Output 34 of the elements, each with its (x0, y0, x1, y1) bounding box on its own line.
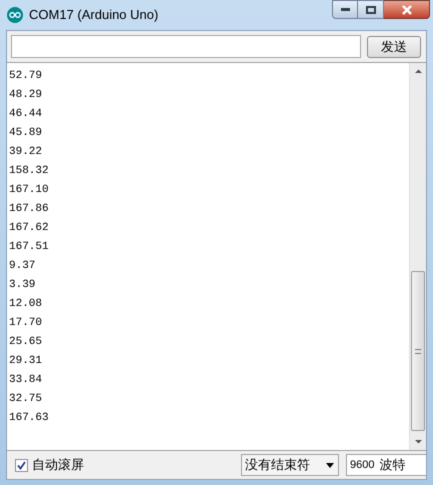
output-line: 52.79 (9, 69, 42, 84)
output-line: 167.86 (9, 202, 49, 218)
line-ending-dropdown[interactable]: 没有结束符 (241, 454, 339, 476)
output-line: 45.89 (9, 126, 42, 142)
maximize-button[interactable] (358, 0, 384, 19)
output-line: 33.84 (9, 373, 42, 388)
send-button[interactable]: 发送 (367, 36, 421, 58)
minimize-button[interactable] (332, 0, 358, 19)
output-line: 12.08 (9, 297, 42, 312)
send-field[interactable] (11, 35, 361, 58)
output-line: 46.44 (9, 107, 42, 122)
dropdown-arrow-icon (326, 462, 334, 468)
autoscroll-label: 自动滚屏 (32, 456, 84, 474)
scrollbar-thumb[interactable] (411, 271, 425, 431)
output-line: 25.65 (9, 335, 42, 350)
output-line: 167.10 (9, 183, 49, 198)
output-line: 167.62 (9, 221, 49, 236)
close-icon (400, 4, 412, 14)
output-line: 29.31 (9, 354, 42, 370)
output-line: 3.39 (9, 278, 36, 294)
output-line: 39.22 (9, 145, 42, 160)
output-line: 32.75 (9, 392, 42, 408)
output-line: 167.51 (9, 240, 49, 256)
scrollbar[interactable] (409, 63, 426, 450)
output-line: 48.29 (9, 88, 42, 104)
autoscroll-checkbox[interactable] (15, 458, 28, 472)
app-logo-icon (7, 7, 23, 23)
output-line: 9.37 (9, 259, 36, 274)
window-title: COM17 (Arduino Uno) (29, 6, 158, 24)
output-line: 158.32 (9, 164, 49, 180)
close-button[interactable] (384, 0, 430, 19)
output-line: 167.63 (9, 411, 49, 426)
baud-rate-dropdown[interactable]: 9600 波特 (346, 454, 426, 476)
output-line: 17.70 (9, 316, 42, 332)
